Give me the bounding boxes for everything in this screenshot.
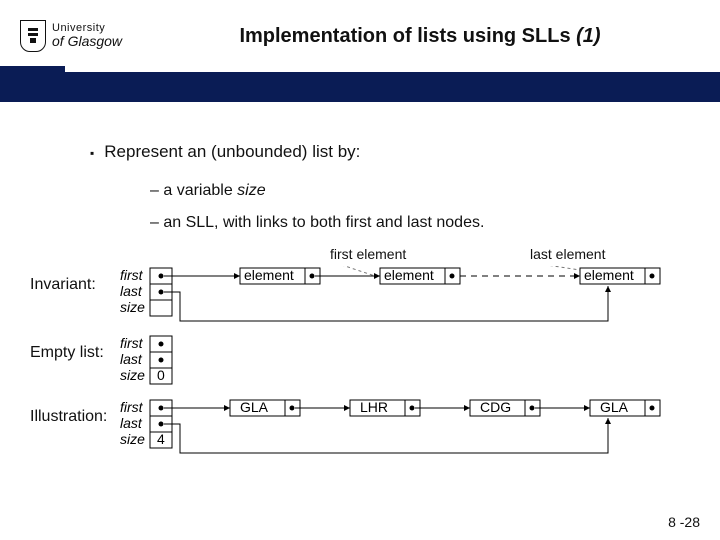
element-labels: first element last element (30, 246, 690, 266)
page-number: 8 -28 (668, 514, 700, 530)
invariant-diagram: first last size element (120, 266, 680, 326)
slide-title: Implementation of lists using SLLs (1) (140, 25, 700, 48)
node-0: GLA (230, 399, 300, 416)
node-element-last: element (580, 267, 660, 284)
svg-text:first: first (120, 399, 144, 415)
svg-text:element: element (384, 267, 434, 283)
row-invariant: Invariant: first last size (30, 266, 690, 326)
svg-text:last: last (120, 415, 143, 431)
node-element-2: element (380, 267, 460, 284)
svg-text:CDG: CDG (480, 399, 511, 415)
svg-text:size: size (120, 367, 145, 383)
university-logo: University of Glasgow (20, 20, 122, 52)
bullet-main: ▪ Represent an (unbounded) list by: (90, 142, 690, 164)
header-bar (0, 72, 720, 102)
node-element-1: element (240, 267, 320, 284)
svg-text:element: element (244, 267, 294, 283)
svg-text:last: last (120, 283, 143, 299)
row-label-invariant: Invariant: (30, 266, 120, 294)
svg-text:first: first (120, 267, 144, 283)
node-3: GLA (590, 399, 660, 416)
row-label-empty: Empty list: (30, 334, 120, 362)
svg-text:GLA: GLA (240, 399, 269, 415)
slide-body: ▪ Represent an (unbounded) list by: – a … (0, 102, 720, 462)
bullet-sub-1: – a variable size (150, 182, 690, 200)
slide-header: University of Glasgow Implementation of … (0, 0, 720, 72)
empty-diagram: first last size 0 (120, 334, 680, 390)
svg-text:GLA: GLA (600, 399, 629, 415)
svg-text:size: size (120, 431, 145, 447)
svg-text:size: size (120, 299, 145, 315)
node-1: LHR (350, 399, 420, 416)
bullet-sub-2: – an SLL, with links to both first and l… (150, 214, 690, 232)
empty-size-value: 0 (157, 367, 165, 383)
crest-icon (20, 20, 46, 52)
row-empty: Empty list: first last size 0 (30, 334, 690, 390)
svg-text:last: last (120, 351, 143, 367)
logo-line2: of Glasgow (52, 34, 122, 49)
illustration-size-value: 4 (157, 431, 165, 447)
row-illustration: Illustration: first last size 4 GLA (30, 398, 690, 462)
illustration-diagram: first last size 4 GLA (120, 398, 690, 462)
svg-text:LHR: LHR (360, 399, 388, 415)
node-2: CDG (470, 399, 540, 416)
svg-text:first: first (120, 335, 144, 351)
row-label-illustration: Illustration: (30, 398, 120, 426)
square-bullet-icon: ▪ (90, 142, 94, 164)
svg-text:element: element (584, 267, 634, 283)
